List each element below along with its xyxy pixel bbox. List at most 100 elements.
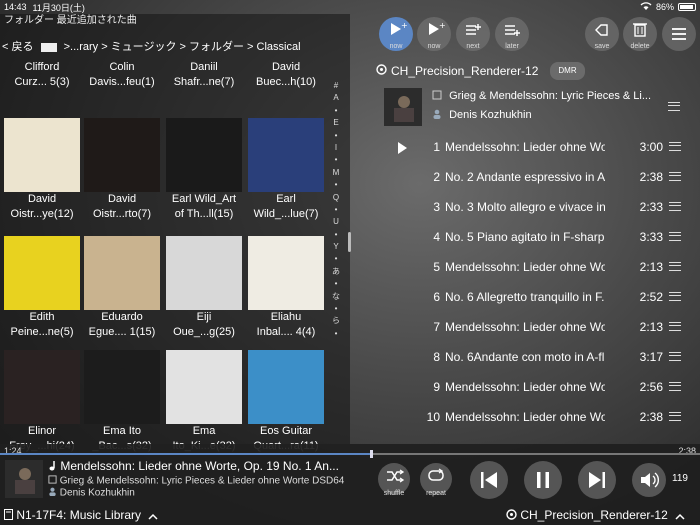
index-letter[interactable]: • bbox=[330, 278, 342, 290]
index-letter[interactable]: • bbox=[330, 179, 342, 191]
track-duration: 2:52 bbox=[639, 290, 663, 304]
track-title: No. 6 Allegretto tranquillo in F... bbox=[445, 290, 605, 304]
index-letter[interactable]: な bbox=[330, 291, 342, 303]
album-tile[interactable]: Earl Wild_...lue(7) bbox=[246, 118, 326, 222]
album-title-text: Grieg & Mendelssohn: Lyric Pieces & Li..… bbox=[449, 90, 652, 103]
pause-button[interactable] bbox=[524, 461, 562, 499]
track-menu-icon[interactable] bbox=[669, 412, 681, 421]
album-tile[interactable]: David Buec...h(10) bbox=[246, 62, 326, 90]
album-tile-name: Earl Wild_Art bbox=[171, 193, 237, 205]
track-title: No. 3 Molto allegro e vivace in... bbox=[445, 200, 605, 214]
track-row[interactable]: 6 No. 6 Allegretto tranquillo in F... 2:52 bbox=[390, 282, 696, 312]
index-letter[interactable]: あ bbox=[330, 266, 342, 278]
album-tile[interactable]: David Oistr...rto(7) bbox=[82, 118, 162, 222]
play-now-button[interactable]: + now bbox=[379, 17, 413, 51]
index-letter[interactable]: # bbox=[330, 80, 342, 92]
status-time: 14:43 bbox=[4, 2, 27, 12]
person-icon bbox=[432, 109, 442, 122]
track-menu-icon[interactable] bbox=[669, 262, 681, 271]
folder-tag-icon bbox=[40, 42, 57, 52]
seek-handle[interactable] bbox=[369, 450, 373, 458]
track-menu-icon[interactable] bbox=[669, 322, 681, 331]
album-tile[interactable]: Eduardo Egue.... 1(15) bbox=[82, 236, 162, 340]
album-tile-count: Egue.... 1(15) bbox=[88, 326, 156, 338]
album-tile[interactable]: EmaIto_Ki...e(32) bbox=[164, 350, 244, 454]
index-letter[interactable]: • bbox=[330, 130, 342, 142]
album-menu-icon[interactable] bbox=[668, 102, 680, 111]
album-tile[interactable]: Daniil Shafr...ne(7) bbox=[164, 62, 244, 90]
track-row[interactable]: 1 Mendelssohn: Lieder ohne Wo... 3:00 bbox=[390, 132, 696, 162]
track-duration: 2:38 bbox=[639, 410, 663, 424]
index-letter[interactable]: M bbox=[330, 167, 342, 179]
track-duration: 2:33 bbox=[639, 200, 663, 214]
index-letter[interactable]: • bbox=[330, 328, 342, 340]
index-letter[interactable]: A bbox=[330, 92, 342, 104]
index-scroll-handle[interactable] bbox=[348, 232, 351, 252]
index-letter[interactable]: • bbox=[330, 105, 342, 117]
next-button[interactable] bbox=[578, 461, 616, 499]
volume-button[interactable] bbox=[632, 463, 666, 497]
queue-album-header[interactable]: Grieg & Mendelssohn: Lyric Pieces & Li..… bbox=[384, 88, 694, 128]
track-menu-icon[interactable] bbox=[669, 292, 681, 301]
back-button[interactable]: < 戻る bbox=[2, 41, 33, 53]
index-letter[interactable]: • bbox=[330, 154, 342, 166]
album-tile[interactable]: ElinorFrey_...hi(24) bbox=[2, 350, 82, 454]
album-tile[interactable]: Colin Davis...feu(1) bbox=[82, 62, 162, 90]
index-letter[interactable]: U bbox=[330, 216, 342, 228]
now-playing-title: Mendelssohn: Lieder ohne Worte, Op. 19 N… bbox=[48, 459, 366, 474]
track-row[interactable]: 4 No. 5 Piano agitato in F-sharp... 3:33 bbox=[390, 222, 696, 252]
index-letter[interactable]: Y bbox=[330, 241, 342, 253]
seek-bar[interactable] bbox=[0, 450, 700, 458]
repeat-button[interactable]: repeat bbox=[420, 463, 452, 497]
album-cover bbox=[166, 118, 242, 192]
album-tile[interactable]: Clifford Curz... 5(3) bbox=[2, 62, 82, 90]
album-tile[interactable]: Earl Wild_Art of Th...ll(15) bbox=[164, 118, 244, 222]
track-row[interactable]: 9 Mendelssohn: Lieder ohne Wo... 2:56 bbox=[390, 372, 696, 402]
album-cover bbox=[84, 236, 160, 310]
server-selector[interactable]: N1-17F4: Music Library bbox=[4, 505, 158, 525]
add-later-button[interactable]: later bbox=[495, 17, 529, 51]
track-menu-icon[interactable] bbox=[669, 202, 681, 211]
index-letter[interactable]: • bbox=[330, 229, 342, 241]
album-tile[interactable]: Ema Ito_Bac...s(32) bbox=[82, 350, 162, 454]
breadcrumb: < 戻る >...rary > ミュージック > フォルダー > Classic… bbox=[0, 38, 350, 56]
track-row[interactable]: 3 No. 3 Molto allegro e vivace in... 2:33 bbox=[390, 192, 696, 222]
breadcrumb-path[interactable]: >...rary > ミュージック > フォルダー > Classical bbox=[64, 41, 301, 53]
index-letter[interactable]: • bbox=[330, 303, 342, 315]
track-row[interactable]: 8 No. 6Andante con moto in A-fl... 3:17 bbox=[390, 342, 696, 372]
album-tile[interactable]: Eiji Oue_...g(25) bbox=[164, 236, 244, 340]
track-menu-icon[interactable] bbox=[669, 172, 681, 181]
index-letter[interactable]: I bbox=[330, 142, 342, 154]
play-now-add-button[interactable]: + now bbox=[417, 17, 451, 51]
track-row[interactable]: 7 Mendelssohn: Lieder ohne Wo... 2:13 bbox=[390, 312, 696, 342]
album-tile[interactable]: David Oistr...ye(12) bbox=[2, 118, 82, 222]
now-playing-thumbnail[interactable] bbox=[5, 460, 43, 498]
index-letter[interactable]: • bbox=[330, 204, 342, 216]
index-letter[interactable]: • bbox=[330, 253, 342, 265]
menu-button[interactable] bbox=[662, 17, 696, 51]
renderer-selector[interactable]: CH_Precision_Renderer-12 bbox=[506, 505, 685, 525]
album-tile[interactable]: Eliahu Inbal.... 4(4) bbox=[246, 236, 326, 340]
renderer-row[interactable]: CH_Precision_Renderer-12 DMR bbox=[376, 62, 585, 80]
shuffle-button[interactable]: shuffle bbox=[378, 463, 410, 497]
track-row[interactable]: 5 Mendelssohn: Lieder ohne Wo... 2:13 bbox=[390, 252, 696, 282]
track-menu-icon[interactable] bbox=[669, 232, 681, 241]
index-letter[interactable]: E bbox=[330, 117, 342, 129]
track-row[interactable]: 10 Mendelssohn: Lieder ohne Wo... 2:38 bbox=[390, 402, 696, 432]
album-tile[interactable]: Edith Peine...ne(5) bbox=[2, 236, 82, 340]
album-tile[interactable]: Eos GuitarQuart...ra(11) bbox=[246, 350, 326, 454]
album-tile-count: Inbal.... 4(4) bbox=[256, 326, 316, 338]
track-menu-icon[interactable] bbox=[669, 382, 681, 391]
album-tile-count: Buec...h(10) bbox=[256, 76, 316, 88]
add-next-button[interactable]: next bbox=[456, 17, 490, 51]
save-button[interactable]: save bbox=[585, 17, 619, 51]
album-tile-count: Oue_...g(25) bbox=[173, 326, 235, 338]
index-letter[interactable]: Q bbox=[330, 192, 342, 204]
delete-button[interactable]: delete bbox=[623, 17, 657, 51]
alphabet-index[interactable]: # A • E • I • M • Q • U • Y • あ • な • ら • bbox=[330, 80, 342, 450]
track-row[interactable]: 2 No. 2 Andante espressivo in A... 2:38 bbox=[390, 162, 696, 192]
track-menu-icon[interactable] bbox=[669, 352, 681, 361]
index-letter[interactable]: ら bbox=[330, 315, 342, 327]
previous-button[interactable] bbox=[470, 461, 508, 499]
track-menu-icon[interactable] bbox=[669, 142, 681, 151]
